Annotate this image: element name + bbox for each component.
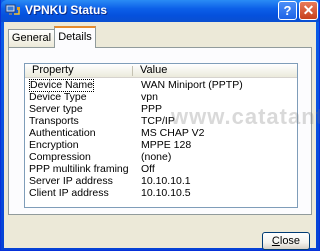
property-name: Client IP address (29, 187, 109, 199)
close-button-label: lose (279, 235, 301, 247)
list-item[interactable]: Client IP address 10.10.10.5 (25, 187, 297, 200)
close-button[interactable]: Close (262, 232, 310, 250)
status-dialog: VPNKU Status ? ✕ General Details Propert… (0, 0, 320, 251)
help-button[interactable]: ? (278, 1, 297, 20)
title-bar[interactable]: VPNKU Status ? ✕ (1, 0, 319, 22)
list-header: Property Value (25, 64, 297, 78)
column-header-value[interactable]: Value (140, 64, 167, 77)
details-list[interactable]: Property Value Device Name WAN Miniport … (24, 63, 298, 208)
tab-details[interactable]: Details (54, 26, 96, 48)
property-value: 10.10.10.5 (141, 187, 191, 199)
network-connection-icon (5, 4, 20, 15)
close-button-mnemonic: C (271, 235, 280, 247)
details-panel: Property Value Device Name WAN Miniport … (8, 47, 312, 215)
column-divider[interactable] (132, 66, 133, 76)
tab-general[interactable]: General (8, 29, 55, 47)
close-window-button[interactable]: ✕ (299, 1, 318, 20)
column-header-property[interactable]: Property (32, 64, 74, 77)
dialog-body: General Details Property Value Device Na… (4, 22, 316, 248)
window-title: VPNKU Status (25, 3, 108, 17)
